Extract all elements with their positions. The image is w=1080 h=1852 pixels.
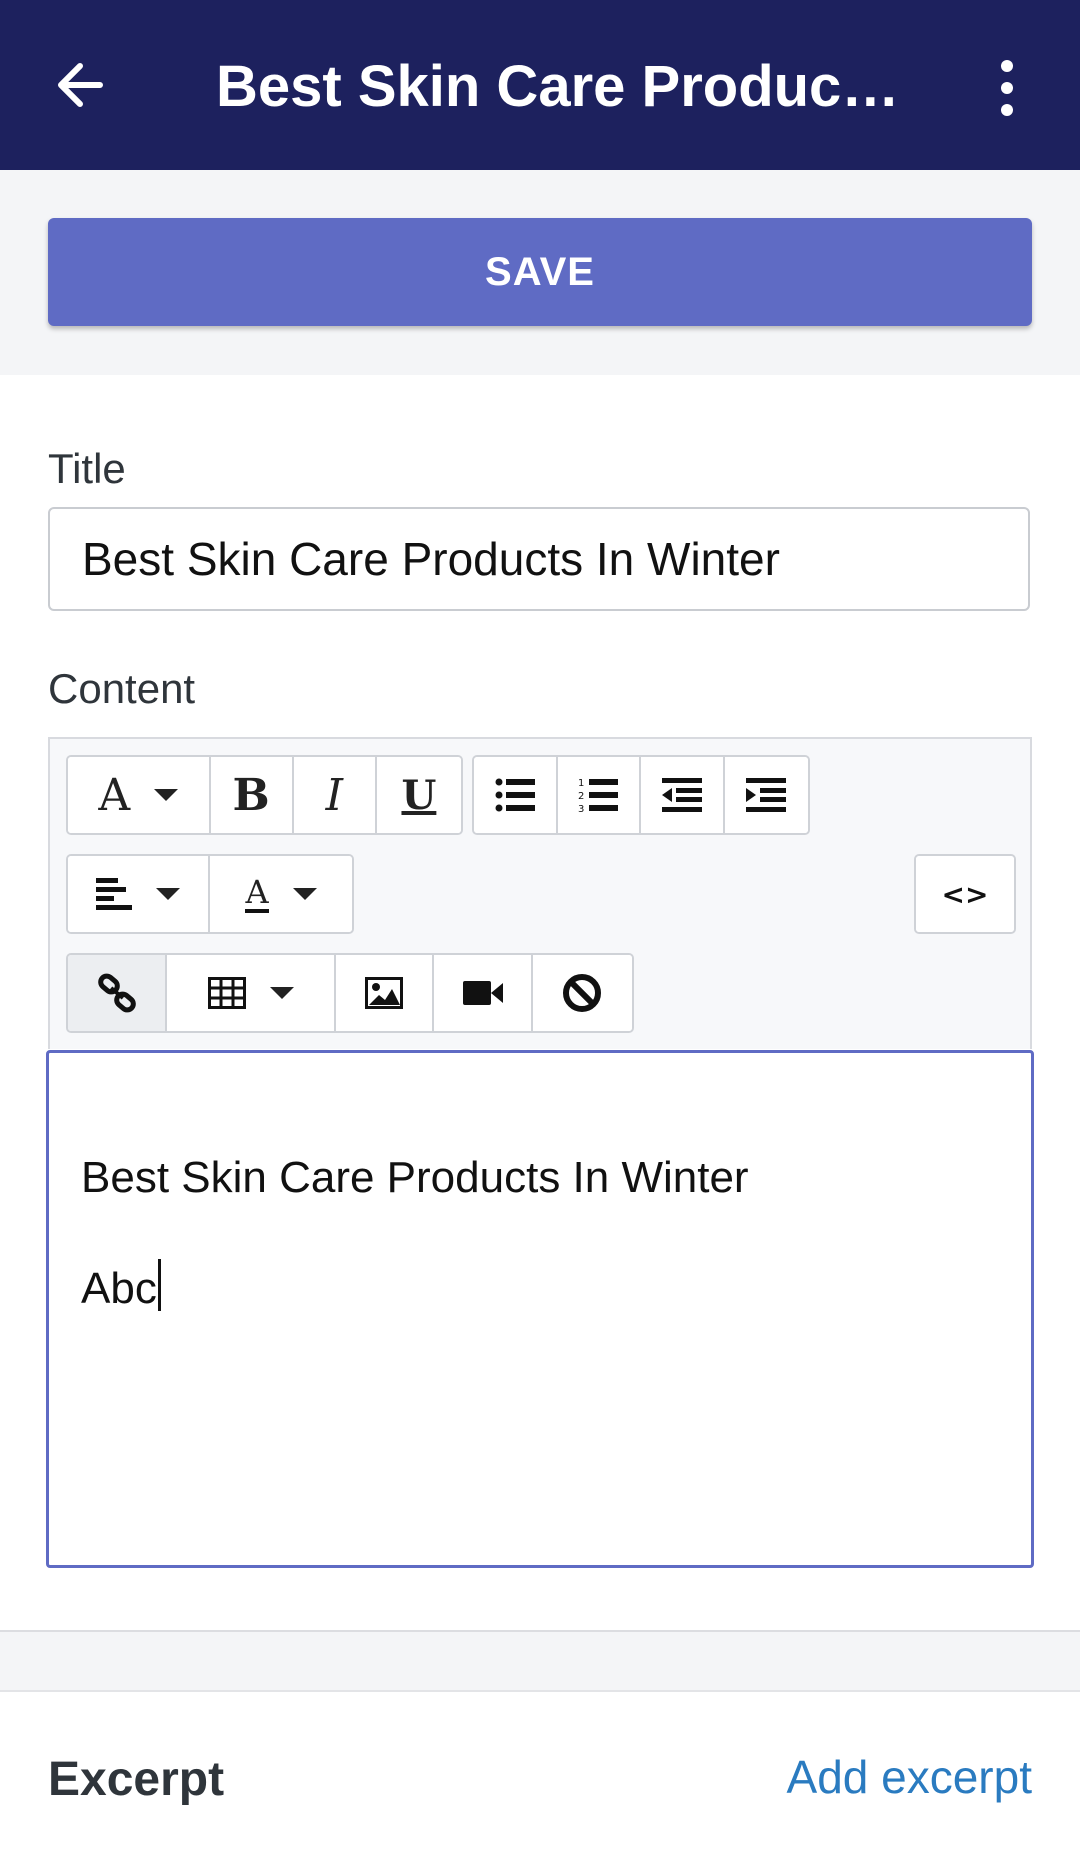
video-icon <box>462 981 503 1005</box>
editor-line-text: Abc <box>81 1264 157 1313</box>
more-vertical-icon[interactable] <box>990 58 1024 118</box>
bulleted-list-icon <box>495 778 535 812</box>
content-editor[interactable]: Best Skin Care Products In Winter Abc <box>46 1050 1034 1568</box>
numbered-list-icon: 1 2 3 <box>578 778 619 813</box>
svg-text:1: 1 <box>578 778 584 789</box>
image-button[interactable] <box>336 955 435 1031</box>
table-button[interactable] <box>167 955 337 1031</box>
italic-button[interactable]: I <box>293 757 377 833</box>
text-cursor <box>157 1259 161 1311</box>
post-editor-card: Title Best Skin Care Products In Winter … <box>0 375 1080 1632</box>
clear-format-icon <box>563 974 602 1012</box>
title-label: Title <box>48 445 126 492</box>
chevron-down-icon <box>154 789 179 801</box>
chevron-down-icon <box>156 888 180 900</box>
arrow-left-icon[interactable] <box>52 55 112 115</box>
underline-icon: U <box>401 771 437 819</box>
editor-line: Best Skin Care Products In Winter <box>81 1153 749 1202</box>
toolbar-group-lists: 1 2 3 <box>472 755 810 835</box>
add-excerpt-link[interactable]: Add excerpt <box>787 1750 1032 1804</box>
content-label: Content <box>48 665 196 712</box>
svg-text:3: 3 <box>578 804 584 813</box>
toolbar-group-paragraph: A <box>66 854 354 934</box>
page-title: Best Skin Care Products In Winter <box>216 54 916 119</box>
bold-icon: B <box>232 769 270 821</box>
title-input[interactable]: Best Skin Care Products In Winter <box>48 507 1030 611</box>
excerpt-section: Excerpt Add excerpt <box>0 1690 1080 1852</box>
toolbar-group-code: <> <box>914 854 1016 934</box>
save-button[interactable]: SAVE <box>48 218 1032 326</box>
bold-button[interactable]: B <box>210 757 294 833</box>
svg-text:2: 2 <box>578 791 584 802</box>
align-button[interactable] <box>68 856 211 932</box>
numbered-list-button[interactable]: 1 2 3 <box>557 757 641 833</box>
app-bar: Best Skin Care Products In Winter <box>0 0 1080 170</box>
image-icon <box>365 977 404 1009</box>
italic-icon: I <box>325 769 343 821</box>
video-button[interactable] <box>434 955 533 1031</box>
underline-button[interactable]: U <box>376 757 461 833</box>
toolbar-group-font: A B I U <box>66 755 463 835</box>
outdent-button[interactable] <box>641 757 725 833</box>
indent-icon <box>746 778 787 812</box>
align-left-icon <box>96 878 132 910</box>
toolbar-group-insert <box>66 953 634 1033</box>
bulleted-list-button[interactable] <box>474 757 558 833</box>
chevron-down-icon <box>292 888 317 900</box>
clear-format-button[interactable] <box>532 955 632 1031</box>
code-view-button[interactable]: <> <box>916 856 1014 932</box>
link-icon <box>97 973 136 1013</box>
font-style-button[interactable]: A <box>68 757 211 833</box>
editor-line-current: Abc <box>81 1259 161 1314</box>
text-color-button[interactable]: A <box>210 856 352 932</box>
indent-button[interactable] <box>724 757 808 833</box>
save-area: SAVE <box>0 170 1080 375</box>
chevron-down-icon <box>269 987 294 999</box>
link-button[interactable] <box>68 955 168 1031</box>
font-style-icon: A <box>98 769 131 821</box>
text-color-icon: A <box>245 873 269 913</box>
code-view-icon: <> <box>941 877 989 911</box>
editor-toolbar: A B I U 1 2 3 A <> <box>48 737 1032 1049</box>
outdent-icon <box>661 778 702 812</box>
excerpt-label: Excerpt <box>48 1753 225 1806</box>
table-icon <box>207 977 246 1009</box>
